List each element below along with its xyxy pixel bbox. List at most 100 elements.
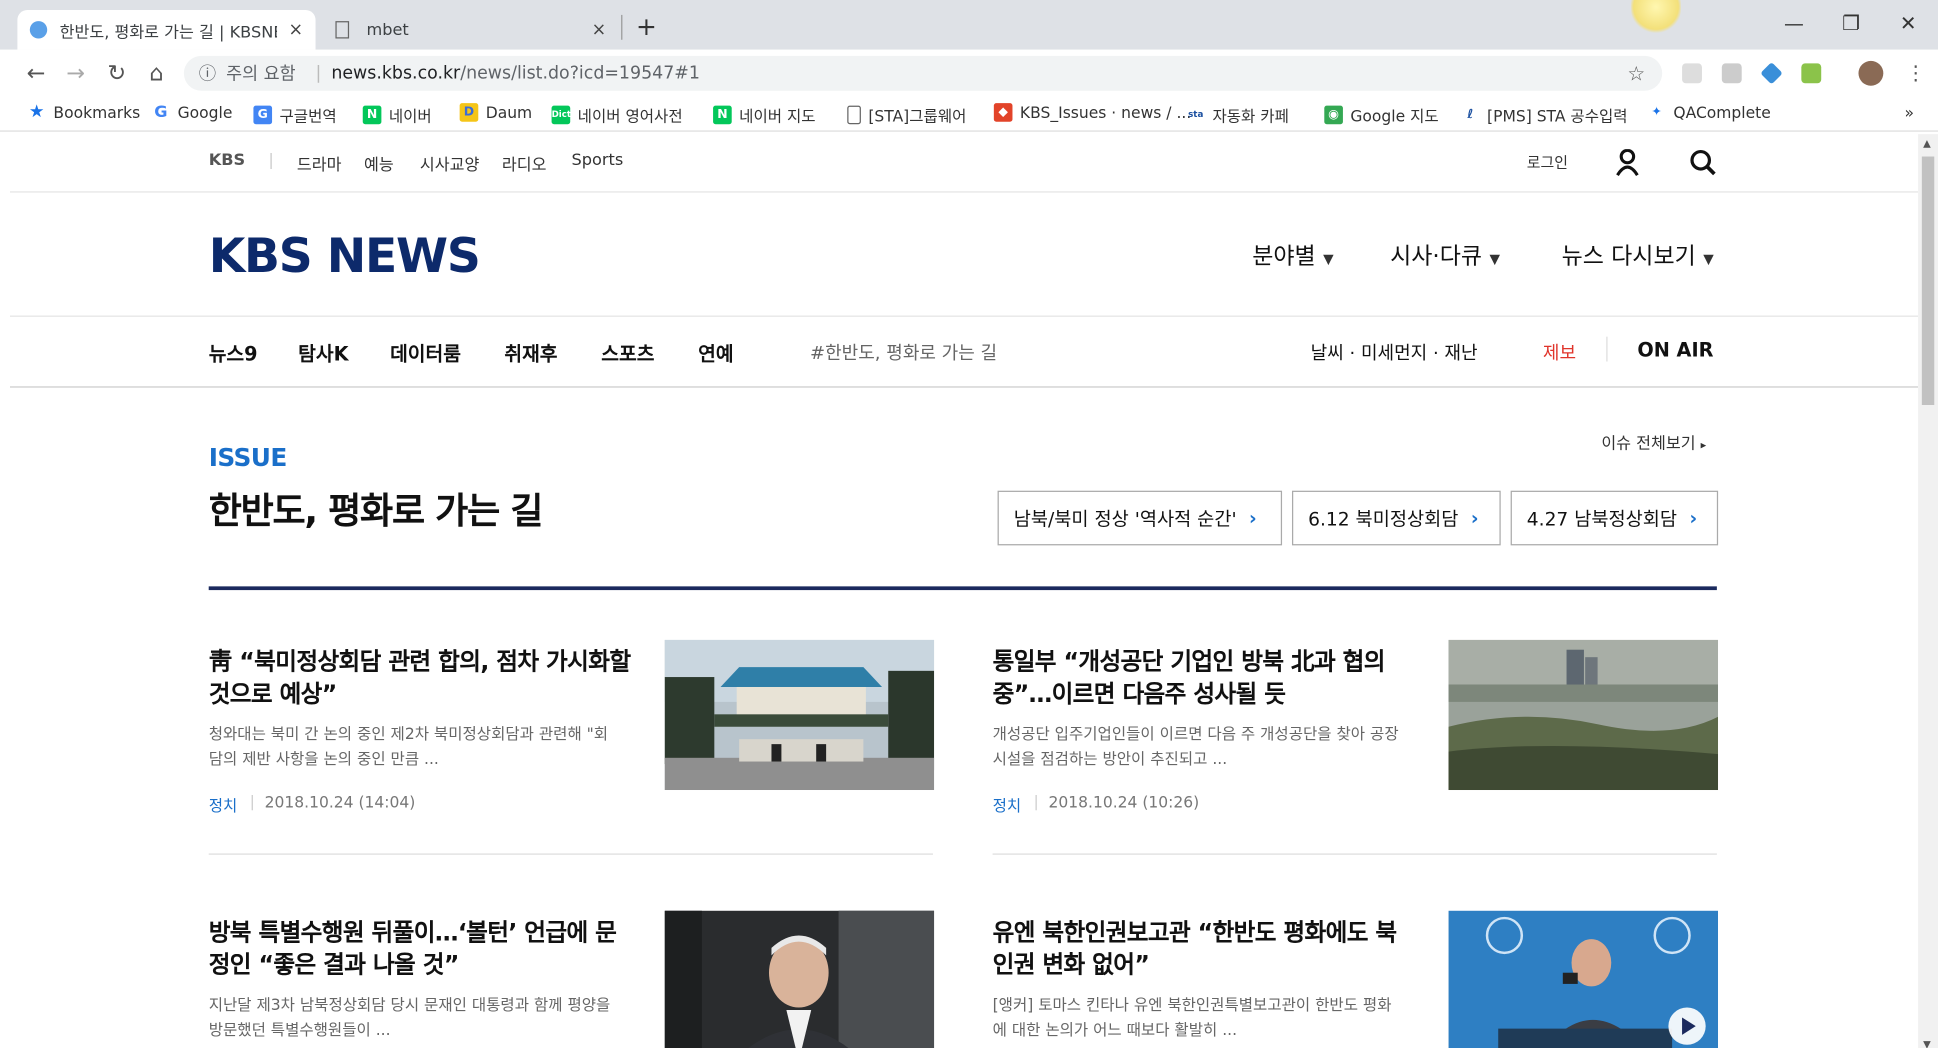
home-icon[interactable]: ⌂ (143, 61, 170, 87)
bookmark-star-icon[interactable]: ☆ (1627, 62, 1645, 86)
article-title[interactable]: 靑 “북미정상회담 관련 합의, 점차 가시화할 것으로 예상” (209, 646, 638, 711)
dict-icon: Dict (551, 105, 571, 125)
reload-icon[interactable]: ↻ (103, 61, 130, 87)
subnav-news9[interactable]: 뉴스9 (209, 339, 258, 366)
article-title[interactable]: 통일부 “개성공단 기업인 방북 北과 협의 중”…이르면 다음주 성사될 듯 (993, 646, 1422, 711)
minimize-button[interactable]: — (1769, 11, 1819, 35)
scrollbar[interactable]: ▲ ▼ (1918, 134, 1938, 1048)
restore-button[interactable]: ❐ (1826, 11, 1876, 35)
chevron-right-icon: › (1249, 506, 1257, 530)
bookmarks-more-button[interactable]: » (1904, 103, 1914, 122)
arrow-right-icon: ▸ (1700, 439, 1707, 453)
bookmark-item[interactable]: ℓ [PMS] STA 공수입력 (1461, 103, 1627, 127)
bookmark-item[interactable]: ★ Bookmarks (27, 102, 140, 121)
article-desc[interactable]: 청와대는 북미 간 논의 중인 제2차 북미정상회담과 관련해 "회담의 제반 … (209, 722, 619, 772)
menu-icon[interactable]: ⋮ (1906, 61, 1926, 85)
extension-icon[interactable] (1682, 63, 1702, 84)
kbs-news-logo[interactable]: KBS NEWS (209, 229, 481, 284)
bookmark-item[interactable]: G 구글번역 (253, 103, 337, 127)
bookmark-item[interactable]: G Google (152, 103, 232, 122)
article-thumbnail[interactable] (1448, 639, 1719, 791)
article-title[interactable]: 유엔 북한인권보고관 “한반도 평화에도 북 인권 변화 없어” (993, 917, 1422, 982)
bookmark-item[interactable]: ✦ QAComplete (1647, 103, 1770, 122)
article-date: 2018.10.24 (14:04) (264, 792, 416, 812)
search-icon[interactable] (1690, 149, 1717, 181)
article-category[interactable]: 정치 (993, 793, 1022, 817)
google-maps-icon: ◉ (1324, 105, 1343, 125)
article-desc[interactable]: 지난달 제3차 남북정상회담 당시 문재인 대통령과 함께 평양을 방문했던 특… (209, 993, 619, 1043)
security-label: 주의 요함 (226, 64, 296, 85)
back-icon[interactable]: ← (22, 61, 49, 87)
bookmark-label: 네이버 영어사전 (577, 106, 683, 126)
subnav-report[interactable]: 제보 (1543, 339, 1576, 365)
bookmark-label: 자동화 카페 (1212, 106, 1289, 126)
menu-news-replay[interactable]: 뉴스 다시보기 ▼ (1562, 239, 1714, 271)
subnav-hashtag[interactable]: #한반도, 평화로 가는 길 (810, 339, 997, 365)
divider (9, 315, 1919, 317)
bookmark-item[interactable]: [STA]그룹웨어 (847, 103, 966, 127)
extension-ladder-icon[interactable] (1801, 63, 1822, 84)
scroll-up-icon[interactable]: ▲ (1923, 138, 1931, 149)
forward-icon[interactable]: → (62, 61, 89, 87)
gnb-item-radio[interactable]: 라디오 (502, 152, 547, 176)
tab-mbet[interactable]: mbet × (323, 10, 619, 50)
bookmark-item[interactable]: sta 자동화 카페 (1186, 103, 1289, 127)
issue-button[interactable]: 6.12 북미정상회담 › (1291, 490, 1501, 546)
subnav-sports[interactable]: 스포츠 (601, 339, 654, 366)
issue-button[interactable]: 4.27 남북정상회담 › (1510, 490, 1719, 546)
user-icon[interactable] (1615, 148, 1640, 181)
new-tab-button[interactable]: + (636, 11, 657, 41)
address-bar[interactable]: ⓘ 주의 요함 | news.kbs.co.kr/news/list.do?ic… (183, 55, 1663, 91)
close-window-button[interactable]: ✕ (1883, 11, 1933, 35)
tab-close-icon[interactable]: × (289, 20, 304, 40)
gnb-item-sports[interactable]: Sports (571, 152, 623, 171)
avatar[interactable] (1858, 60, 1884, 86)
bookmark-label: Google 지도 (1350, 106, 1439, 126)
play-button[interactable] (1668, 1007, 1706, 1045)
issue-button[interactable]: 남북/북미 정상 '역사적 순간' › (997, 490, 1283, 546)
scrollbar-thumb[interactable] (1921, 156, 1935, 405)
gnb-item-culture[interactable]: 시사교양 (420, 152, 479, 176)
translate-icon: G (253, 105, 273, 125)
bookmark-item[interactable]: ◉ Google 지도 (1324, 103, 1439, 127)
extension-ex-icon[interactable] (1721, 63, 1742, 84)
issue-button-label: 6.12 북미정상회담 (1308, 507, 1459, 530)
gnb-item-drama[interactable]: 드라마 (297, 152, 342, 176)
google-icon: G (154, 103, 168, 122)
bookmark-item[interactable]: Dict 네이버 영어사전 (551, 103, 683, 127)
bookmark-item[interactable]: N 네이버 지도 (713, 103, 816, 127)
bookmark-item[interactable]: N 네이버 (362, 103, 432, 127)
login-link[interactable]: 로그인 (1527, 152, 1568, 173)
tab-kbs-news[interactable]: 한반도, 평화로 가는 길 | KBSNE × (17, 9, 316, 50)
gnb-brand[interactable]: KBS (209, 152, 245, 171)
divider (9, 386, 1919, 388)
subnav-weather[interactable]: 날씨 · 미세먼지 · 재난 (1311, 339, 1478, 365)
bookmark-label: [STA]그룹웨어 (868, 106, 967, 126)
issue-divider (208, 586, 1717, 591)
daum-icon: D (459, 103, 479, 122)
article-thumbnail[interactable] (664, 639, 935, 791)
scroll-down-icon[interactable]: ▼ (1923, 1039, 1931, 1048)
pms-icon: ℓ (1467, 108, 1474, 122)
caret-down-icon: ▼ (1703, 250, 1714, 268)
subnav-onair[interactable]: ON AIR (1637, 339, 1713, 361)
subnav-dataroom[interactable]: 데이터룸 (390, 339, 461, 366)
article-title[interactable]: 방북 특별수행원 뒤풀이…‘볼턴’ 언급에 문정인 “좋은 결과 나올 것” (209, 917, 638, 982)
gnb-item-variety[interactable]: 예능 (364, 152, 394, 176)
menu-current-affairs[interactable]: 시사·다큐 ▼ (1390, 239, 1500, 271)
article-category[interactable]: 정치 (209, 793, 238, 817)
bookmark-item[interactable]: D Daum (459, 103, 532, 122)
bookmark-item[interactable]: ◆ KBS_Issues · news / ... (993, 103, 1191, 122)
extension-diamond-icon[interactable] (1760, 62, 1783, 85)
article-thumbnail[interactable] (664, 910, 935, 1048)
profile-sun-icon (1631, 0, 1681, 35)
menu-category[interactable]: 분야별 ▼ (1252, 239, 1333, 271)
article-desc[interactable]: [앵커] 토마스 킨타나 유엔 북한인권특별보고관이 한반도 평화에 대한 논의… (993, 993, 1403, 1043)
menu-label: 시사·다큐 (1390, 243, 1483, 270)
tab-close-icon[interactable]: × (592, 20, 607, 40)
article-desc[interactable]: 개성공단 입주기업인들이 이르면 다음 주 개성공단을 찾아 공장 시설을 점검… (993, 722, 1403, 772)
view-all-issues-link[interactable]: 이슈 전체보기 ▸ (1601, 430, 1706, 454)
subnav-after-report[interactable]: 취재후 (504, 339, 557, 366)
subnav-tamsa-k[interactable]: 탐사K (298, 339, 348, 366)
subnav-entertainment[interactable]: 연예 (698, 339, 733, 366)
